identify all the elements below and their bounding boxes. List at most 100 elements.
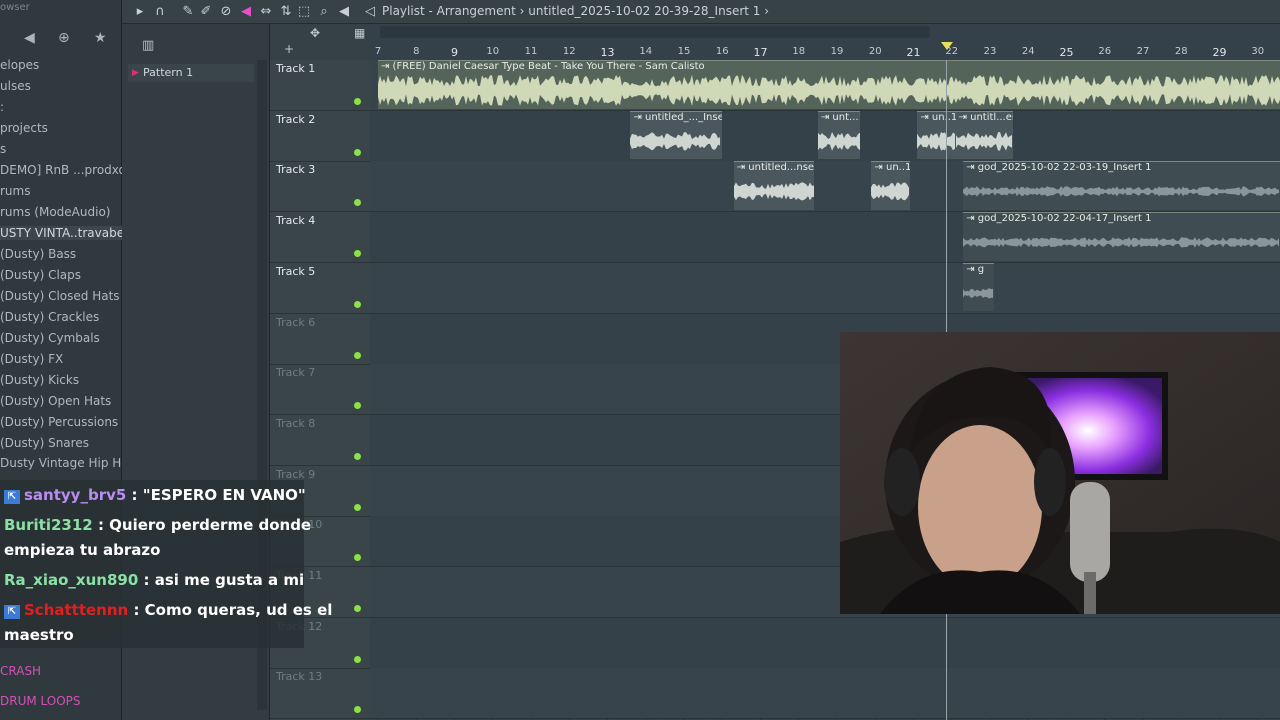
ruler-bar-label: 11 [524, 46, 538, 57]
playback-icon[interactable]: ◀ [336, 4, 352, 19]
star-icon[interactable]: ★ [94, 30, 107, 46]
browser-item[interactable]: (Dusty) Crackles [0, 310, 99, 324]
chat-text: empieza tu abrazo [4, 541, 161, 559]
clip-waveform [963, 237, 1280, 248]
track-header[interactable]: Track 4 [270, 212, 370, 264]
add-track-icon[interactable]: + [284, 42, 294, 56]
browser-item[interactable]: s [0, 142, 6, 156]
pattern-triangle-icon: ▶ [132, 68, 139, 78]
audio-clip[interactable]: ⇥ untitl...ert 1 [955, 110, 1013, 160]
clip-title: ⇥ unt...1 [820, 111, 860, 123]
audio-clip[interactable]: ⇥ untitled_..._Insert 1 [630, 110, 723, 160]
track-lane[interactable] [370, 617, 1280, 669]
browser-item[interactable]: (Dusty) Closed Hats [0, 289, 120, 303]
move-icon[interactable]: ✥ [310, 26, 320, 40]
chat-badge-icon: ⇱ [4, 490, 20, 504]
mute-icon[interactable]: ◀ [238, 4, 254, 19]
browser-item[interactable]: (Dusty) Percussions [0, 415, 118, 429]
browser-item[interactable]: ulses [0, 79, 31, 93]
browser-item[interactable]: (Dusty) Kicks [0, 373, 79, 387]
song-position-marker[interactable] [941, 42, 953, 50]
track-mute-led[interactable] [354, 300, 361, 308]
ruler-bar-label: 18 [792, 46, 806, 57]
audio-clip[interactable]: ⇥ untitled...nsert 1 [733, 161, 815, 211]
track-header[interactable]: Track 2 [270, 111, 370, 162]
pencil-icon[interactable]: ✎ [180, 4, 196, 19]
track-mute-led[interactable] [354, 351, 361, 359]
browser-item[interactable]: (Dusty) FX [0, 352, 63, 366]
browser-item[interactable]: rums [0, 184, 30, 198]
zoom-icon[interactable]: ⌕ [316, 4, 332, 19]
audio-clip[interactable]: ⇥ god_2025-10-02 22-03-19_Insert 1 [963, 161, 1280, 211]
slice-icon[interactable]: ⇅ [278, 4, 294, 19]
ruler-bar-label: 28 [1174, 46, 1188, 57]
browser-toolbar: ◀ ⊕ ★ [0, 30, 122, 50]
webcam-image [840, 332, 1280, 614]
browser-item[interactable]: CRASH [0, 664, 41, 678]
audio-clip[interactable]: ⇥ un..1 [871, 161, 910, 211]
track-name: Track 3 [276, 163, 316, 177]
track-mute-led[interactable] [354, 706, 361, 714]
ruler-bar-label: 12 [562, 46, 576, 57]
browser-item[interactable]: Dusty Vintage Hip Hop [0, 456, 136, 470]
select-icon[interactable]: ⬚ [296, 4, 312, 19]
track-mute-led[interactable] [354, 605, 361, 612]
track-header[interactable]: Track 13 [270, 668, 370, 720]
track-mute-led[interactable] [354, 503, 361, 511]
track-mute-led[interactable] [354, 402, 361, 410]
stream-chat-overlay: ⇱ santyy_brv5 : "ESPERO EN VANO" Buriti231… [0, 480, 332, 648]
audio-clip[interactable]: ⇥ god_2025-10-02 22-04-17_Insert 1 [963, 212, 1280, 261]
magnet-icon[interactable]: ∩ [152, 4, 168, 19]
ruler-bar-label: 25 [1059, 46, 1074, 59]
track-lane[interactable] [370, 668, 1280, 720]
track-header[interactable]: Track 7 [270, 364, 370, 416]
audio-clip[interactable]: ⇥ g [963, 262, 994, 312]
clip-waveform [817, 131, 860, 151]
globe-icon[interactable]: ⊕ [58, 30, 70, 46]
browser-item[interactable]: (Dusty) Cymbals [0, 331, 100, 345]
track-header[interactable]: Track 1 [270, 60, 370, 111]
arrangement-icon[interactable]: ◁ [362, 4, 378, 19]
clip-waveform [378, 74, 1280, 106]
browser-item[interactable]: : [0, 100, 4, 114]
track-mute-led[interactable] [354, 554, 361, 562]
track-mute-led[interactable] [354, 452, 361, 460]
browser-item[interactable]: rums (ModeAudio) [0, 205, 110, 219]
grid-icon[interactable]: ▦ [354, 26, 365, 40]
browser-item[interactable]: (Dusty) Open Hats [0, 394, 111, 408]
pattern-item[interactable]: ▶ Pattern 1 [128, 64, 254, 82]
browser-item[interactable]: (Dusty) Snares [0, 436, 89, 450]
chat-message: Buriti2312 : Quiero perderme donde [4, 516, 311, 534]
audio-clip[interactable]: ⇥ unt...1 [817, 110, 860, 160]
track-mute-led[interactable] [354, 199, 361, 207]
browser-item[interactable]: USTY VINTA..travabeats [0, 226, 142, 240]
clip-waveform [733, 182, 814, 201]
delete-icon[interactable]: ⊘ [218, 4, 234, 19]
play-arrow-icon[interactable]: ▸ [132, 4, 148, 19]
track-header[interactable]: Track 8 [270, 415, 370, 466]
track-mute-led[interactable] [354, 655, 361, 663]
audio-clip[interactable]: ⇥ un..1 [917, 110, 956, 160]
track-lane[interactable] [370, 262, 1280, 314]
track-mute-led[interactable] [354, 98, 361, 105]
browser-item[interactable]: projects [0, 121, 48, 135]
chat-username: Schatttennn [24, 601, 134, 619]
slip-icon[interactable]: ⇔ [258, 4, 274, 19]
speaker-icon[interactable]: ◀ [24, 30, 35, 46]
track-header[interactable]: Track 3 [270, 161, 370, 213]
browser-item[interactable]: elopes [0, 58, 39, 72]
timeline-ruler[interactable]: 7 8 9 10 11 12 13 14 15 16 17 18 19 20 21 22 23 24 25 26 27 2… [370, 24, 1280, 60]
audio-clip[interactable]: ⇥ (FREE) Daniel Caesar Type Beat - Take … [378, 60, 1280, 109]
clip-title: ⇥ untitled_..._Insert 1 [633, 111, 722, 123]
track-header[interactable]: Track 6 [270, 314, 370, 365]
track-mute-led[interactable] [354, 148, 361, 156]
browser-item[interactable]: (Dusty) Bass [0, 247, 76, 261]
track-mute-led[interactable] [354, 250, 361, 258]
track-header[interactable]: Track 5 [270, 263, 370, 314]
piano-icon[interactable]: ▥ [142, 38, 154, 53]
playlist-toolbar: ▸ ∩ ✎ ✐ ⊘ ◀ ⇔ ⇅ ⬚ ⌕ ◀ ◁ Playlist - Arran… [122, 0, 1280, 24]
browser-item[interactable]: (Dusty) Claps [0, 268, 81, 282]
brush-icon[interactable]: ✐ [198, 4, 214, 19]
ruler-scrollbar[interactable] [380, 26, 930, 38]
browser-item[interactable]: DRUM LOOPS [0, 694, 81, 708]
